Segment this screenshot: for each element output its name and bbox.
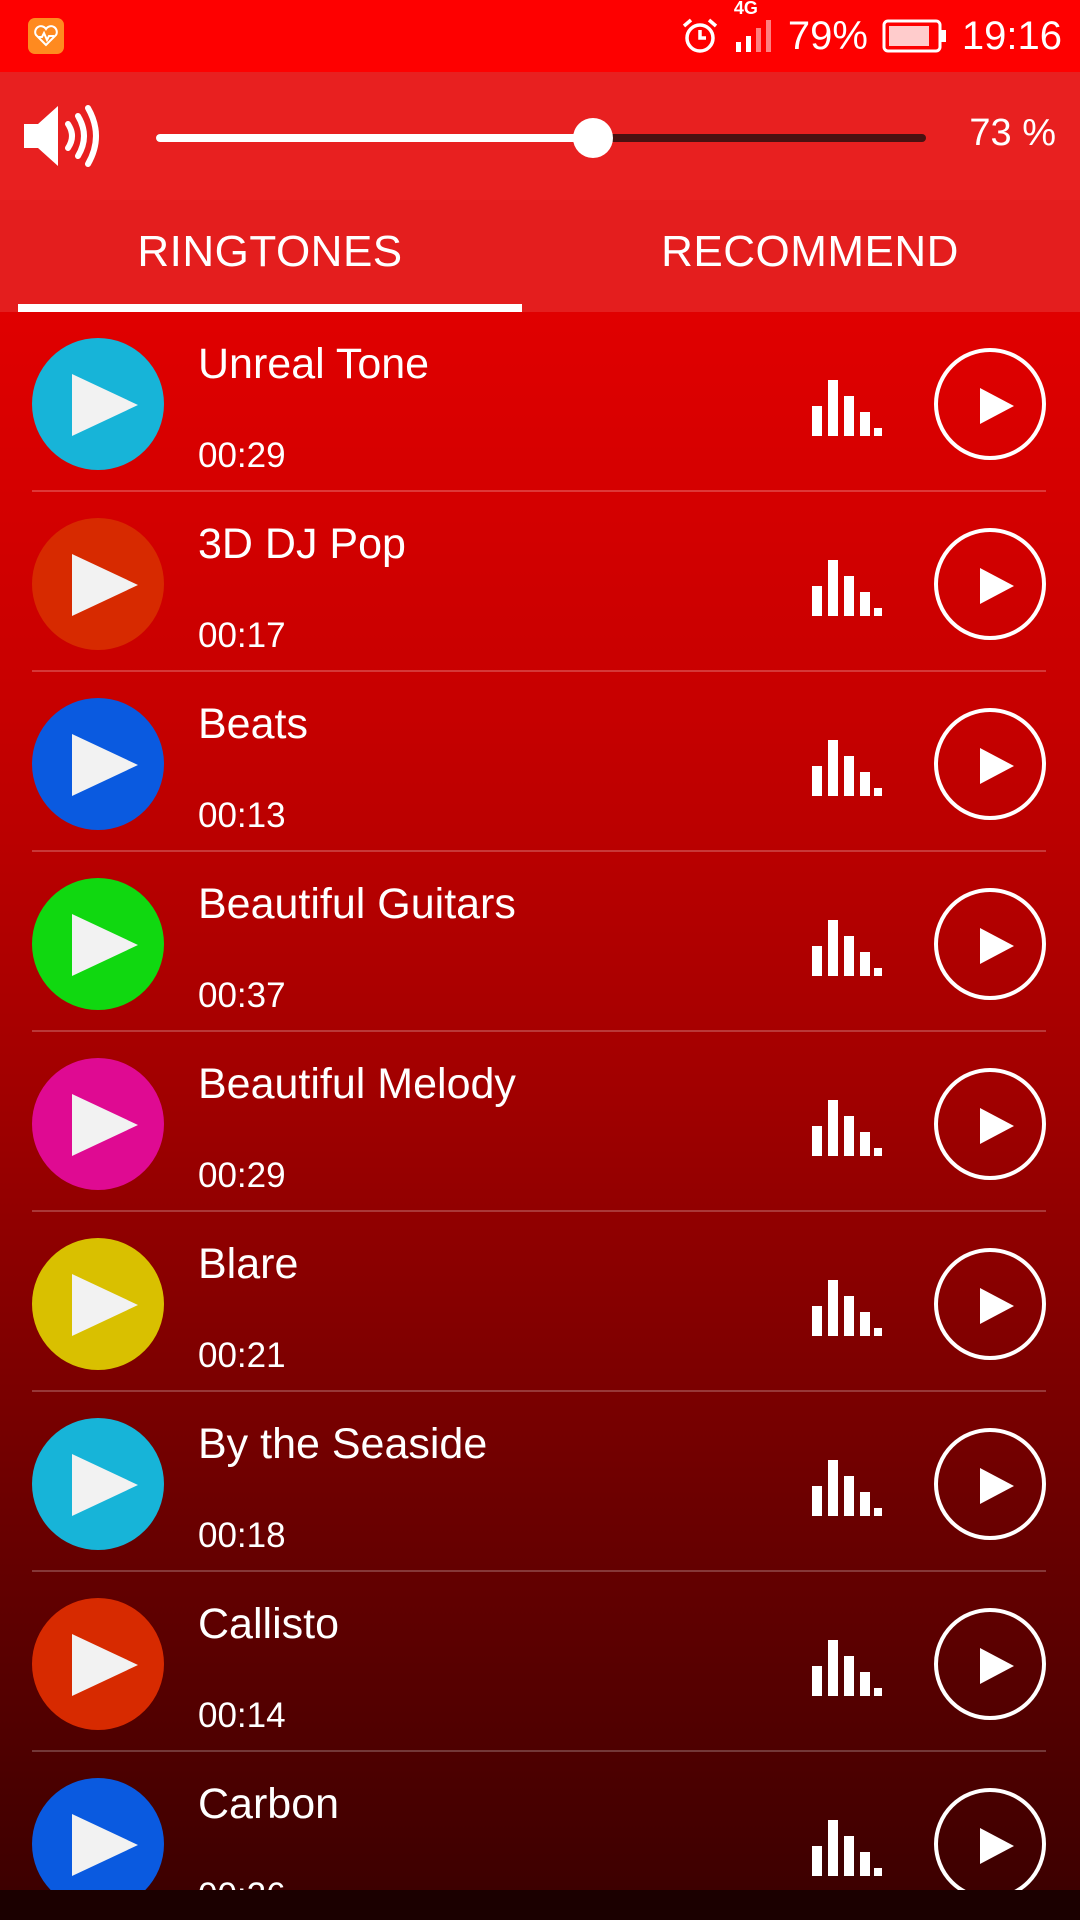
- tab-recommend-label: RECOMMEND: [661, 227, 959, 276]
- play-icon: [980, 1468, 1014, 1504]
- tab-bar: RINGTONES RECOMMEND: [0, 200, 1080, 312]
- play-triangle-icon: [72, 1274, 138, 1336]
- play-button[interactable]: [934, 1428, 1046, 1540]
- ringtone-duration: 00:21: [198, 1336, 286, 1375]
- ringtone-title: Blare: [198, 1240, 299, 1288]
- play-button[interactable]: [934, 528, 1046, 640]
- equalizer-icon[interactable]: [810, 1818, 884, 1883]
- ringtone-row[interactable]: 3D DJ Pop 00:17: [0, 492, 1080, 672]
- ringtone-title: Beautiful Guitars: [198, 880, 516, 928]
- play-triangle-icon: [72, 1094, 138, 1156]
- ringtone-title: 3D DJ Pop: [198, 520, 406, 568]
- play-triangle-icon: [72, 1634, 138, 1696]
- play-icon: [980, 1648, 1014, 1684]
- ringtone-title: Beautiful Melody: [198, 1060, 516, 1108]
- ringtone-thumbnail[interactable]: [32, 878, 164, 1010]
- play-button[interactable]: [934, 348, 1046, 460]
- ringtone-title: Callisto: [198, 1600, 339, 1648]
- equalizer-icon[interactable]: [810, 1458, 884, 1523]
- equalizer-icon[interactable]: [810, 1098, 884, 1163]
- ringtone-title: By the Seaside: [198, 1420, 488, 1468]
- alarm-icon: [680, 16, 720, 56]
- play-button[interactable]: [934, 1248, 1046, 1360]
- ringtone-thumbnail[interactable]: [32, 1418, 164, 1550]
- play-icon: [980, 1828, 1014, 1864]
- navigation-bar: [0, 1890, 1080, 1920]
- ringtone-row[interactable]: Beats 00:13: [0, 672, 1080, 852]
- tab-recommend[interactable]: RECOMMEND: [540, 200, 1080, 312]
- equalizer-icon[interactable]: [810, 1278, 884, 1343]
- ringtone-row[interactable]: Beautiful Guitars 00:37: [0, 852, 1080, 1032]
- ringtone-duration: 00:14: [198, 1696, 286, 1735]
- volume-slider-fill: [156, 134, 593, 142]
- play-triangle-icon: [72, 374, 138, 436]
- ringtone-thumbnail[interactable]: [32, 698, 164, 830]
- play-triangle-icon: [72, 734, 138, 796]
- ringtone-row[interactable]: Beautiful Melody 00:29: [0, 1032, 1080, 1212]
- equalizer-icon[interactable]: [810, 1638, 884, 1703]
- speaker-icon[interactable]: [20, 96, 106, 181]
- ringtone-title: Unreal Tone: [198, 340, 430, 388]
- volume-control: 73 %: [0, 72, 1080, 200]
- volume-slider-thumb[interactable]: [573, 118, 613, 158]
- ringtone-duration: 00:17: [198, 616, 286, 655]
- signal-icon: 4G: [734, 0, 774, 54]
- play-button[interactable]: [934, 708, 1046, 820]
- ringtone-duration: 00:26: [198, 1876, 286, 1890]
- play-button[interactable]: [934, 1788, 1046, 1890]
- equalizer-icon[interactable]: [810, 378, 884, 443]
- ringtone-row[interactable]: By the Seaside 00:18: [0, 1392, 1080, 1572]
- ringtone-row[interactable]: Unreal Tone 00:29: [0, 312, 1080, 492]
- ringtone-thumbnail[interactable]: [32, 1778, 164, 1890]
- ringtone-duration: 00:18: [198, 1516, 286, 1555]
- play-icon: [980, 748, 1014, 784]
- ringtone-row[interactable]: Blare 00:21: [0, 1212, 1080, 1392]
- ringtone-thumbnail[interactable]: [32, 338, 164, 470]
- play-icon: [980, 568, 1014, 604]
- battery-percent: 79%: [787, 13, 868, 58]
- play-triangle-icon: [72, 1454, 138, 1516]
- volume-slider[interactable]: [156, 118, 926, 158]
- play-triangle-icon: [72, 914, 138, 976]
- app-notification-icon: [28, 18, 64, 54]
- play-icon: [980, 388, 1014, 424]
- play-button[interactable]: [934, 888, 1046, 1000]
- ringtone-thumbnail[interactable]: [32, 1058, 164, 1190]
- tab-active-indicator: [18, 304, 522, 312]
- play-icon: [980, 1108, 1014, 1144]
- play-icon: [980, 928, 1014, 964]
- tab-ringtones[interactable]: RINGTONES: [0, 200, 540, 312]
- ringtone-thumbnail[interactable]: [32, 518, 164, 650]
- ringtone-duration: 00:29: [198, 436, 286, 475]
- equalizer-icon[interactable]: [810, 558, 884, 623]
- volume-percent: 73 %: [969, 112, 1056, 154]
- ringtone-duration: 00:13: [198, 796, 286, 835]
- status-bar: 4G 79% 19:16: [0, 0, 1080, 72]
- play-triangle-icon: [72, 554, 138, 616]
- ringtone-thumbnail[interactable]: [32, 1598, 164, 1730]
- ringtone-duration: 00:29: [198, 1156, 286, 1195]
- tab-ringtones-label: RINGTONES: [137, 227, 403, 276]
- ringtone-thumbnail[interactable]: [32, 1238, 164, 1370]
- play-button[interactable]: [934, 1608, 1046, 1720]
- play-icon: [980, 1288, 1014, 1324]
- clock: 19:16: [961, 13, 1062, 58]
- play-triangle-icon: [72, 1814, 138, 1876]
- ringtone-row[interactable]: Carbon 00:26: [0, 1752, 1080, 1890]
- battery-icon: [882, 18, 948, 54]
- play-button[interactable]: [934, 1068, 1046, 1180]
- equalizer-icon[interactable]: [810, 738, 884, 803]
- ringtone-duration: 00:37: [198, 976, 286, 1015]
- equalizer-icon[interactable]: [810, 918, 884, 983]
- ringtone-title: Carbon: [198, 1780, 340, 1828]
- ringtone-row[interactable]: Callisto 00:14: [0, 1572, 1080, 1752]
- network-type: 4G: [733, 0, 758, 18]
- ringtone-title: Beats: [198, 700, 308, 748]
- ringtone-list[interactable]: Unreal Tone 00:29 3D DJ Pop 00:17 Beats 00:13…: [0, 312, 1080, 1890]
